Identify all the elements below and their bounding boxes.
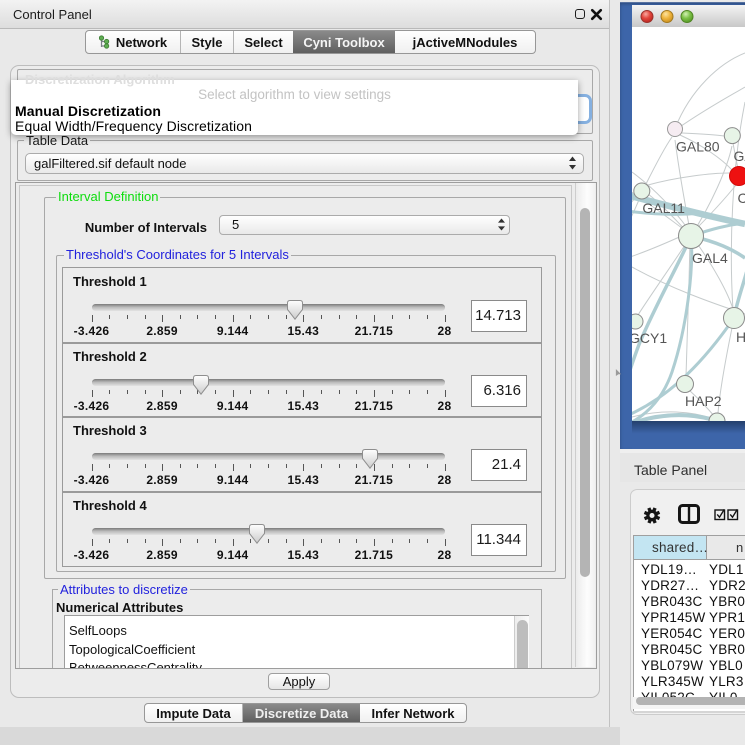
- svg-text:HAP2: HAP2: [685, 393, 722, 409]
- svg-text:GA: GA: [734, 148, 745, 164]
- svg-text:GAL80: GAL80: [676, 139, 720, 155]
- svg-text:GAL11: GAL11: [642, 200, 685, 216]
- svg-text:C: C: [738, 190, 745, 206]
- svg-text:H: H: [736, 329, 745, 345]
- svg-text:GAL4: GAL4: [692, 250, 728, 266]
- svg-text:GCY1: GCY1: [632, 330, 667, 346]
